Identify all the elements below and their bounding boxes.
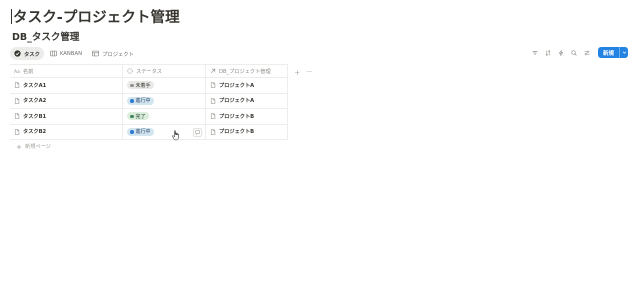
page-icon bbox=[210, 82, 216, 89]
cell-status[interactable]: 進行中 bbox=[123, 93, 206, 108]
database-title[interactable]: DB_タスク管理 bbox=[12, 29, 79, 43]
page-icon bbox=[210, 113, 216, 120]
cell-relation[interactable]: プロジェクトA bbox=[206, 78, 288, 93]
table-header: Aa 名前 ステータス DB_プロジェクト管理 ＋ ··· bbox=[10, 64, 312, 78]
hand-cursor-icon bbox=[172, 130, 179, 141]
cell-relation[interactable]: プロジェクトB bbox=[206, 124, 288, 139]
view-tab-project[interactable]: プロジェクト bbox=[88, 47, 138, 60]
cell-name[interactable]: タスクB1 bbox=[10, 109, 123, 124]
status-badge: 進行中 bbox=[127, 127, 154, 136]
cell-name[interactable]: タスクA2 bbox=[10, 93, 123, 108]
search-icon bbox=[571, 49, 578, 56]
plus-icon bbox=[16, 144, 22, 149]
sort-icon bbox=[546, 49, 551, 56]
relation-label: プロジェクトB bbox=[219, 129, 255, 136]
more-options-icon[interactable]: ··· bbox=[306, 69, 312, 76]
column-header-relation[interactable]: DB_プロジェクト管理 bbox=[206, 65, 288, 77]
status-dot bbox=[130, 114, 134, 118]
svg-text:Aa: Aa bbox=[14, 69, 20, 74]
relation-label: プロジェクトA bbox=[219, 98, 255, 105]
text-aa-icon: Aa bbox=[14, 69, 20, 74]
page-icon bbox=[210, 97, 216, 104]
page-icon bbox=[210, 128, 216, 135]
lightning-icon bbox=[559, 49, 564, 56]
column-header-status[interactable]: ステータス bbox=[123, 65, 206, 77]
column-header-label: ステータス bbox=[136, 68, 162, 75]
relation-label: プロジェクトA bbox=[219, 82, 255, 89]
database-table: Aa 名前 ステータス DB_プロジェクト管理 ＋ ··· タスクA1 未着手 … bbox=[10, 64, 312, 140]
cell-status[interactable]: 未着手 bbox=[123, 78, 206, 93]
database-toolbar: 新規 bbox=[531, 47, 628, 58]
cell-relation[interactable]: プロジェクトA bbox=[206, 93, 288, 108]
row-name: タスクB2 bbox=[23, 129, 47, 136]
page-title-text: タスク-プロジェクト管理 bbox=[13, 10, 180, 26]
add-property-icon[interactable]: ＋ bbox=[294, 68, 300, 77]
relation-arrow-icon bbox=[210, 68, 216, 74]
settings-icon bbox=[585, 50, 590, 55]
table-row[interactable]: タスクB2 進行中 プロジェクトB bbox=[10, 124, 288, 140]
page-icon bbox=[14, 97, 20, 104]
cell-name[interactable]: タスクA1 bbox=[10, 78, 123, 93]
table-icon bbox=[92, 50, 100, 57]
cell-status[interactable]: 完了 bbox=[123, 109, 206, 124]
status-badge: 進行中 bbox=[127, 96, 154, 105]
column-header-name[interactable]: Aa 名前 bbox=[10, 65, 123, 77]
filter-button[interactable] bbox=[531, 48, 540, 57]
header-actions: ＋ ··· bbox=[294, 65, 312, 79]
table-row[interactable]: タスクB1 完了 プロジェクトB bbox=[10, 109, 288, 125]
status-badge: 未着手 bbox=[127, 81, 154, 90]
new-button[interactable]: 新規 bbox=[597, 47, 628, 58]
status-badge: 完了 bbox=[127, 112, 149, 121]
view-tabs: タスク KANBAN プロジェクト bbox=[10, 47, 138, 60]
status-dot bbox=[130, 83, 134, 87]
page-icon bbox=[14, 113, 20, 120]
check-circle-icon bbox=[14, 50, 21, 57]
column-header-label: DB_プロジェクト管理 bbox=[219, 68, 271, 75]
cell-relation[interactable]: プロジェクトB bbox=[206, 109, 288, 124]
search-button[interactable] bbox=[570, 48, 579, 57]
new-dropdown-button[interactable] bbox=[619, 47, 628, 58]
view-tab-kanban[interactable]: KANBAN bbox=[46, 47, 86, 60]
settings-button[interactable] bbox=[583, 48, 592, 57]
view-tab-task[interactable]: タスク bbox=[10, 47, 44, 60]
row-name: タスクB1 bbox=[23, 113, 47, 120]
view-tab-label: タスク bbox=[24, 51, 40, 58]
comment-icon bbox=[195, 130, 200, 135]
status-label: 進行中 bbox=[135, 129, 151, 136]
new-page-label: 新規ページ bbox=[25, 144, 51, 150]
row-name: タスクA1 bbox=[23, 82, 47, 89]
status-dot bbox=[130, 99, 134, 103]
text-caret bbox=[11, 9, 12, 24]
page-icon bbox=[14, 128, 20, 135]
filter-icon bbox=[533, 50, 538, 55]
status-icon bbox=[127, 68, 133, 74]
column-header-label: 名前 bbox=[23, 68, 34, 75]
view-tab-label: KANBAN bbox=[59, 50, 83, 57]
cell-name[interactable]: タスクB2 bbox=[10, 124, 123, 139]
view-tab-label: プロジェクト bbox=[102, 51, 134, 58]
automation-button[interactable] bbox=[557, 48, 566, 57]
comment-button[interactable] bbox=[193, 127, 202, 137]
table-row[interactable]: タスクA1 未着手 プロジェクトA bbox=[10, 78, 288, 94]
status-label: 進行中 bbox=[135, 98, 151, 105]
new-button-label: 新規 bbox=[602, 50, 614, 57]
sort-button[interactable] bbox=[544, 48, 553, 57]
chevron-down-icon bbox=[622, 51, 626, 54]
status-label: 未着手 bbox=[135, 82, 151, 89]
status-label: 完了 bbox=[135, 113, 146, 120]
relation-label: プロジェクトB bbox=[219, 113, 255, 120]
new-page-button[interactable]: 新規ページ bbox=[16, 143, 51, 150]
row-name: タスクA2 bbox=[23, 98, 47, 105]
status-dot bbox=[130, 130, 134, 134]
table-row[interactable]: タスクA2 進行中 プロジェクトA bbox=[10, 93, 288, 109]
board-icon bbox=[49, 50, 57, 57]
page-title[interactable]: タスク-プロジェクト管理 bbox=[11, 6, 180, 27]
page-icon bbox=[14, 82, 20, 89]
